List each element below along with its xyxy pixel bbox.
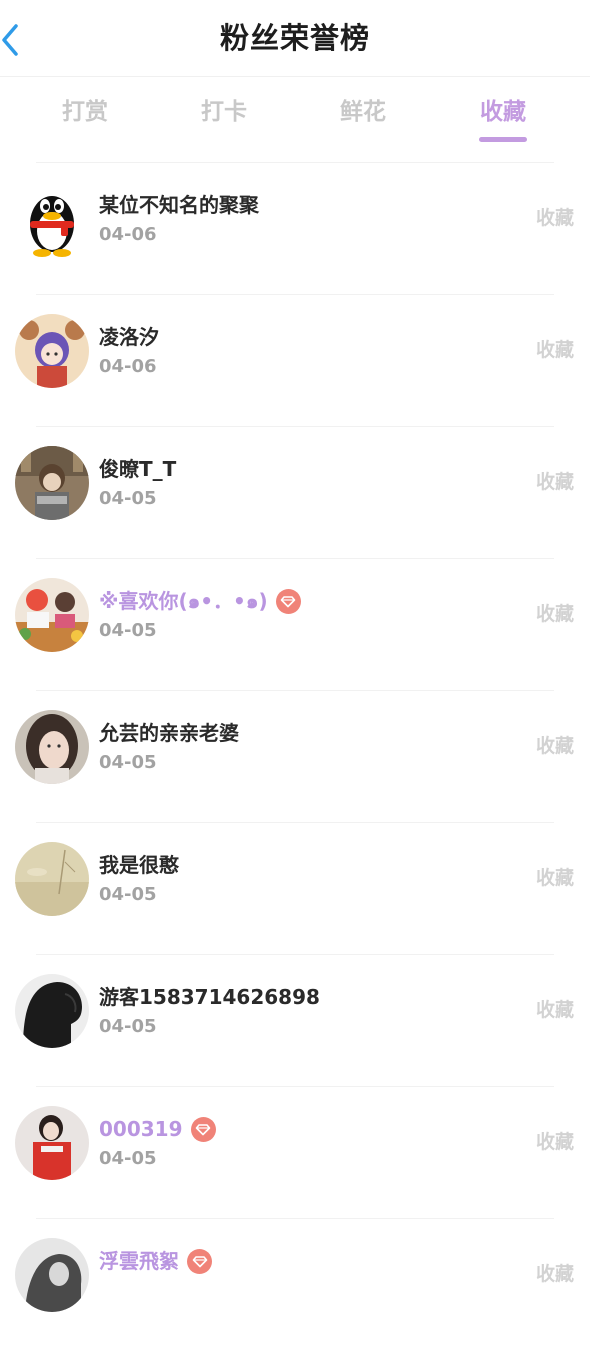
divider [36, 954, 554, 955]
diamond-icon [195, 1124, 211, 1136]
list-item[interactable]: 俊暸T_T 04-05 收藏 [0, 426, 590, 558]
list-item[interactable]: 我是很憨 04-05 收藏 [0, 822, 590, 954]
action-label: 收藏 [535, 207, 574, 229]
user-name: 允芸的亲亲老婆 [99, 721, 239, 745]
list-item[interactable]: 浮雲飛絮 收藏 [0, 1218, 590, 1350]
illustrated-boy-avatar-icon [15, 446, 89, 520]
diamond-vip-badge-icon [275, 588, 301, 614]
avatar [15, 974, 89, 1048]
diamond-icon [192, 1256, 207, 1268]
divider [36, 162, 554, 163]
user-name: 凌洛汐 [99, 325, 159, 349]
user-name: 我是很憨 [99, 853, 179, 877]
divider [36, 426, 554, 427]
date: 04-05 [99, 884, 157, 905]
avatar [15, 1238, 89, 1312]
user-name: 浮雲飛絮 [99, 1249, 179, 1273]
avatar [15, 446, 89, 520]
user-name: 俊暸T_T [99, 457, 177, 481]
red-outfit-photo-avatar-icon [15, 1106, 89, 1180]
action-label: 收藏 [535, 339, 574, 361]
date: 04-06 [99, 356, 157, 377]
tab-checkin[interactable]: 打卡 [169, 95, 279, 129]
user-name: ※喜欢你(๑•．•๑) [99, 589, 268, 613]
avatar [15, 710, 89, 784]
action-label: 收藏 [535, 603, 574, 625]
list-item[interactable]: ※喜欢你(๑•．•๑) 04-05 收藏 [0, 558, 590, 690]
divider [36, 1218, 554, 1219]
silhouette-avatar-icon [15, 974, 89, 1048]
diamond-vip-badge-icon [190, 1116, 216, 1142]
date: 04-05 [99, 488, 157, 509]
colorful-photo-avatar-icon [15, 578, 89, 652]
date: 04-05 [99, 1016, 157, 1037]
divider [36, 558, 554, 559]
soft-landscape-avatar-icon [15, 842, 89, 916]
avatar [15, 314, 89, 388]
user-name: 某位不知名的聚聚 [99, 193, 259, 217]
action-label: 收藏 [535, 471, 574, 493]
avatar [15, 1106, 89, 1180]
top-bar: 粉丝荣誉榜 [0, 0, 590, 77]
page-title: 粉丝荣誉榜 [219, 21, 370, 55]
penguin-avatar-icon [15, 184, 89, 258]
list-item[interactable]: 凌洛汐 04-06 收藏 [0, 294, 590, 426]
list-item[interactable]: 000319 04-05 收藏 [0, 1086, 590, 1218]
list-item[interactable]: 某位不知名的聚聚 04-06 收藏 [0, 162, 590, 294]
tab-flowers[interactable]: 鲜花 [308, 95, 418, 129]
divider [36, 294, 554, 295]
divider [36, 1086, 554, 1087]
avatar [15, 578, 89, 652]
diamond-icon [280, 596, 296, 608]
action-label: 收藏 [535, 1131, 574, 1153]
tab-reward[interactable]: 打赏 [30, 95, 140, 129]
divider [36, 822, 554, 823]
grayscale-photo-avatar-icon [15, 1238, 89, 1312]
action-label: 收藏 [535, 735, 574, 757]
date: 04-05 [99, 620, 157, 641]
date: 04-05 [99, 1148, 157, 1169]
anime-girl-avatar-icon [15, 314, 89, 388]
girl-photo-avatar-icon [15, 710, 89, 784]
active-tab-indicator [479, 137, 527, 142]
tab-favorites[interactable]: 收藏 [448, 95, 558, 129]
user-name: 游客1583714626898 [99, 985, 320, 1009]
action-label: 收藏 [535, 867, 574, 889]
diamond-vip-badge-icon [187, 1248, 212, 1274]
list-item[interactable]: 允芸的亲亲老婆 04-05 收藏 [0, 690, 590, 822]
action-label: 收藏 [535, 999, 574, 1021]
action-label: 收藏 [535, 1263, 574, 1285]
list-item[interactable]: 游客1583714626898 04-05 收藏 [0, 954, 590, 1086]
avatar [15, 842, 89, 916]
user-name: 000319 [99, 1117, 183, 1141]
tab-bar: 打赏 打卡 鲜花 收藏 [0, 90, 590, 150]
divider [36, 690, 554, 691]
avatar [15, 184, 89, 258]
date: 04-06 [99, 224, 157, 245]
date: 04-05 [99, 752, 157, 773]
